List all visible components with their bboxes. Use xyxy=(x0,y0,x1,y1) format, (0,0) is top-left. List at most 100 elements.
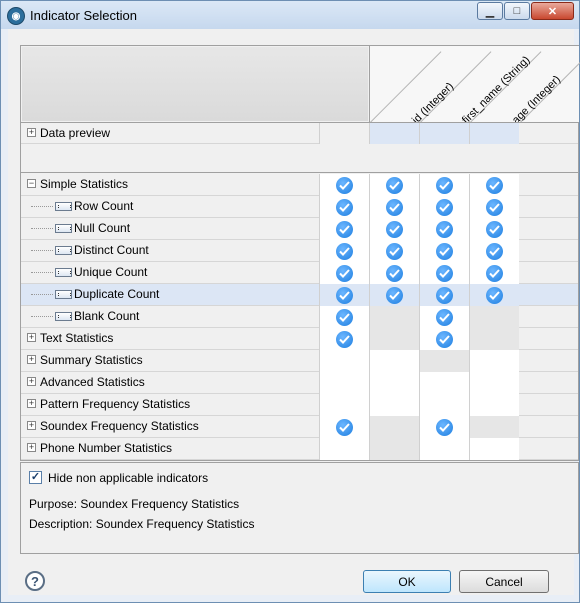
expand-icon[interactable]: + xyxy=(27,421,36,430)
indicator-cell[interactable] xyxy=(419,284,469,306)
indicator-cell[interactable] xyxy=(319,416,369,438)
indicator-cell[interactable] xyxy=(319,262,369,284)
indicator-name: Distinct Count xyxy=(74,243,149,257)
indicator-cell[interactable] xyxy=(419,240,469,262)
indicator-row[interactable]: Unique Count xyxy=(21,262,578,284)
indicator-cell[interactable] xyxy=(419,350,469,372)
indicator-cell[interactable] xyxy=(419,218,469,240)
indicator-name: Null Count xyxy=(74,221,131,235)
indicator-row[interactable]: − Simple Statistics xyxy=(21,174,578,196)
indicator-cell[interactable] xyxy=(369,306,419,328)
indicator-row[interactable]: Null Count xyxy=(21,218,578,240)
expand-icon[interactable]: + xyxy=(27,333,36,342)
indicator-row[interactable]: + Summary Statistics xyxy=(21,350,578,372)
help-icon[interactable]: ? xyxy=(25,571,45,591)
indicator-row[interactable]: + Advanced Statistics xyxy=(21,372,578,394)
indicator-cell[interactable] xyxy=(319,306,369,328)
indicator-cell[interactable] xyxy=(319,394,369,416)
indicator-cell[interactable] xyxy=(469,394,519,416)
indicator-cell[interactable] xyxy=(469,262,519,284)
indicator-cell[interactable] xyxy=(419,306,469,328)
indicator-cell[interactable] xyxy=(419,438,469,460)
indicator-cell[interactable] xyxy=(469,218,519,240)
indicator-cell[interactable] xyxy=(369,240,419,262)
indicator-icon xyxy=(55,224,72,233)
indicator-row[interactable]: Distinct Count xyxy=(21,240,578,262)
indicator-cell[interactable] xyxy=(469,328,519,350)
checkmark-icon xyxy=(386,286,403,304)
indicator-cell[interactable] xyxy=(419,416,469,438)
indicator-cell[interactable] xyxy=(319,284,369,306)
indicator-name: Phone Number Statistics xyxy=(40,441,173,455)
indicator-cell[interactable] xyxy=(469,416,519,438)
indicator-cell[interactable] xyxy=(369,328,419,350)
indicator-cell[interactable] xyxy=(469,196,519,218)
checkmark-icon xyxy=(486,286,503,304)
preview-cell[interactable] xyxy=(369,123,419,144)
indicator-row[interactable]: Blank Count xyxy=(21,306,578,328)
checkmark-icon xyxy=(436,220,453,238)
title-bar[interactable]: ◉ Indicator Selection ▁ □ ✕ xyxy=(1,1,579,29)
indicator-row[interactable]: Row Count xyxy=(21,196,578,218)
cancel-button[interactable]: Cancel xyxy=(459,570,549,593)
indicator-cell[interactable] xyxy=(469,438,519,460)
indicator-cell[interactable] xyxy=(419,174,469,196)
indicator-cell[interactable] xyxy=(369,394,419,416)
indicator-cell[interactable] xyxy=(369,262,419,284)
indicator-cell[interactable] xyxy=(419,262,469,284)
indicator-cell[interactable] xyxy=(469,240,519,262)
indicator-cell[interactable] xyxy=(319,350,369,372)
expand-icon[interactable]: + xyxy=(27,355,36,364)
checkmark-icon xyxy=(436,418,453,436)
preview-cell[interactable] xyxy=(469,123,519,144)
indicator-row[interactable]: Duplicate Count xyxy=(21,284,578,306)
expand-icon[interactable]: + xyxy=(27,128,36,137)
indicator-cell[interactable] xyxy=(419,372,469,394)
indicator-cell[interactable] xyxy=(369,372,419,394)
expand-icon[interactable]: + xyxy=(27,443,36,452)
minimize-button[interactable]: ▁ xyxy=(477,2,503,20)
collapse-icon[interactable]: − xyxy=(27,179,36,188)
indicator-cell[interactable] xyxy=(319,328,369,350)
close-button[interactable]: ✕ xyxy=(531,2,574,20)
indicator-row[interactable]: + Phone Number Statistics xyxy=(21,438,578,460)
indicator-row[interactable]: + Soundex Frequency Statistics xyxy=(21,416,578,438)
indicator-cell[interactable] xyxy=(469,306,519,328)
indicator-cell[interactable] xyxy=(319,218,369,240)
indicator-cell[interactable] xyxy=(319,438,369,460)
column-header-id[interactable]: id (Integer) xyxy=(410,33,503,126)
hide-non-applicable-label[interactable]: Hide non applicable indicators xyxy=(48,471,208,485)
indicator-cell[interactable] xyxy=(369,438,419,460)
description-text: Description: Soundex Frequency Statistic… xyxy=(29,517,255,531)
indicator-row[interactable]: + Pattern Frequency Statistics xyxy=(21,394,578,416)
indicator-cell[interactable] xyxy=(319,372,369,394)
indicator-cell[interactable] xyxy=(319,174,369,196)
indicator-cell[interactable] xyxy=(419,196,469,218)
indicator-cell[interactable] xyxy=(319,240,369,262)
column-header-first-name[interactable]: first_name (String) xyxy=(460,33,553,126)
indicator-cell[interactable] xyxy=(369,416,419,438)
ok-button[interactable]: OK xyxy=(363,570,451,593)
indicator-cell[interactable] xyxy=(469,284,519,306)
expand-icon[interactable]: + xyxy=(27,377,36,386)
indicator-cell[interactable] xyxy=(419,394,469,416)
indicator-cell[interactable] xyxy=(369,196,419,218)
data-preview-row[interactable]: + Data preview xyxy=(21,123,578,144)
indicator-cell[interactable] xyxy=(319,196,369,218)
indicator-cell[interactable] xyxy=(469,372,519,394)
expand-icon[interactable]: + xyxy=(27,399,36,408)
hide-non-applicable-checkbox[interactable]: ✓ xyxy=(29,471,42,484)
maximize-button[interactable]: □ xyxy=(504,2,530,20)
checkmark-icon xyxy=(386,198,403,216)
indicator-cell[interactable] xyxy=(419,328,469,350)
indicator-cell[interactable] xyxy=(469,350,519,372)
preview-cell[interactable] xyxy=(419,123,469,144)
indicator-cell[interactable] xyxy=(369,218,419,240)
checkmark-icon xyxy=(336,242,353,260)
indicator-cell[interactable] xyxy=(369,350,419,372)
indicator-row[interactable]: + Text Statistics xyxy=(21,328,578,350)
indicator-cell[interactable] xyxy=(369,284,419,306)
indicator-cell[interactable] xyxy=(369,174,419,196)
indicator-cell[interactable] xyxy=(469,174,519,196)
checkmark-icon xyxy=(386,264,403,282)
